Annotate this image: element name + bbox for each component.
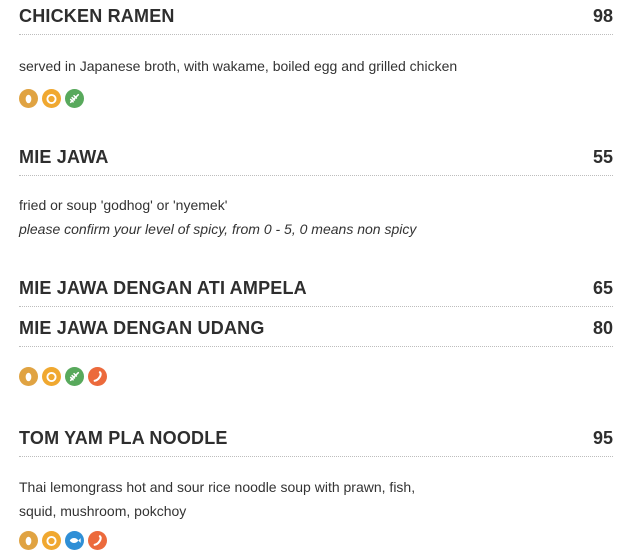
item-price: 98 [592,6,613,26]
item-name: TOM YAM PLA NOODLE [19,428,228,448]
item-description: served in Japanese broth, with wakame, b… [19,58,458,74]
chili-icon [88,367,107,386]
allergen-icons [19,367,107,386]
item-name: MIE JAWA DENGAN UDANG [19,318,265,338]
allergen-icons [19,531,107,550]
egg-icon [19,531,38,550]
item-note: please confirm your level of spicy, from… [19,221,417,237]
item-price: 65 [592,278,613,298]
item-description-line1: Thai lemongrass hot and sour rice noodle… [19,479,416,495]
fish-icon [65,531,84,550]
item-price: 55 [592,147,613,167]
celery-icon [65,367,84,386]
allergen-icons [19,89,84,108]
item-name: MIE JAWA DENGAN ATI AMPELA [19,278,307,298]
celery-icon [65,89,84,108]
item-price: 95 [592,428,613,448]
item-name: MIE JAWA [19,147,109,167]
item-description-line2: squid, mushroom, pokchoy [19,503,187,519]
sesame-icon [42,531,61,550]
sesame-icon [42,89,61,108]
menu-item-mie-jawa: MIE JAWA 55 [19,147,613,176]
item-price: 80 [592,318,613,338]
menu-item-mie-jawa-udang: MIE JAWA DENGAN UDANG 80 [19,318,613,347]
sesame-icon [42,367,61,386]
egg-icon [19,367,38,386]
menu-item-tom-yam-pla-noodle: TOM YAM PLA NOODLE 95 [19,428,613,457]
item-name: CHICKEN RAMEN [19,6,175,26]
item-description: fried or soup 'godhog' or 'nyemek' [19,197,228,213]
egg-icon [19,89,38,108]
menu-item-chicken-ramen: CHICKEN RAMEN 98 [19,6,613,35]
menu-item-mie-jawa-ati-ampela: MIE JAWA DENGAN ATI AMPELA 65 [19,278,613,307]
chili-icon [88,531,107,550]
